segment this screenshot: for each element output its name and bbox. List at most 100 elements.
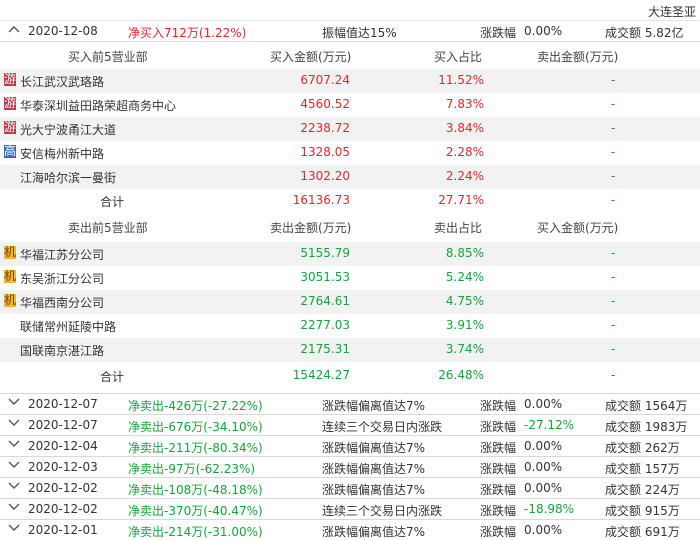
turnover: 成交额 157万 [605,462,680,476]
broker-name[interactable]: 光大宁波甬江大道 [20,121,116,138]
chevron-down-icon[interactable] [8,502,20,512]
buy-amount: - [611,246,616,260]
total-buy-amount: 16136.73 [292,193,350,207]
record-date: 2020-12-04 [28,439,98,453]
net-amount: 净卖出-676万(-34.10%) [128,420,263,434]
chevron-down-icon[interactable] [8,460,20,470]
buy-ratio: 11.52% [438,73,484,87]
table-row[interactable]: 机 华福西南分公司 2764.61 4.75% - [0,290,700,314]
turnover: 成交额 691万 [605,525,680,539]
broker-name[interactable]: 联储常州延陵中路 [20,318,116,335]
change-value: 0.00% [524,397,563,411]
sell-amount: 2764.61 [300,294,350,308]
turnover: 成交额 1564万 [605,399,688,413]
buy-ratio: 3.84% [445,121,484,135]
sell-amount: 5155.79 [300,246,350,260]
total-sell-amount: 15424.27 [292,368,350,382]
listing-reason: 涨跌幅偏离值达7% [322,399,426,413]
sell-ratio: 3.74% [445,342,484,356]
sell-amount: 2175.31 [300,342,350,356]
record-header-collapsed[interactable]: 2020-12-01 净卖出-214万(-31.00%) 涨跌幅偏离值达7% 涨跌幅 0… [0,519,700,540]
record-header-expanded[interactable]: 2020-12-08 净买入712万(1.22%) 振幅值达15% 涨跌幅 0.… [0,21,700,42]
listing-reason: 连续三个交易日内涨跌 [322,420,443,434]
buy-amount: - [611,318,616,332]
broker-name[interactable]: 华福西南分公司 [20,294,104,311]
table-row[interactable]: 游 华泰深圳益田路荣超商务中心 4560.52 7.83% - [0,93,700,117]
chevron-down-icon[interactable] [8,397,20,407]
broker-name[interactable]: 国联南京湛江路 [20,342,104,359]
col-header-buy-amount: 买入金额(万元) [537,221,619,235]
buy-amount: - [611,270,616,284]
chevron-down-icon[interactable] [8,481,20,491]
change-label: 涨跌幅 [480,26,517,40]
broker-name[interactable]: 长江武汉武珞路 [20,73,104,90]
listing-reason: 涨跌幅偏离值达7% [322,441,426,455]
sell-amount: - [611,169,616,183]
col-header-buy-ratio: 买入占比 [434,50,483,64]
table-row[interactable]: 国联南京湛江路 2175.31 3.74% - [0,338,700,362]
chevron-down-icon[interactable] [8,439,20,449]
record-date: 2020-12-08 [28,24,98,38]
col-header-sell-amount: 卖出金额(万元) [270,221,352,235]
change-label: 涨跌幅 [480,420,517,434]
record-header-collapsed[interactable]: 2020-12-07 净卖出-426万(-27.22%) 涨跌幅偏离值达7% 涨跌幅 0… [0,393,700,414]
buy-amount: 1328.05 [300,145,350,159]
table-row[interactable]: 机 东吴浙江分公司 3051.53 5.24% - [0,266,700,290]
change-value: 0.00% [524,24,563,38]
record-header-collapsed[interactable]: 2020-12-04 净卖出-211万(-80.34%) 涨跌幅偏离值达7% 涨跌幅 0… [0,435,700,456]
col-header-sell-amount: 卖出金额(万元) [537,50,619,64]
change-label: 涨跌幅 [480,399,517,413]
broker-name[interactable]: 江海哈尔滨一曼街 [20,169,116,186]
record-date: 2020-12-07 [28,418,98,432]
change-label: 涨跌幅 [480,441,517,455]
change-value: -27.12% [524,418,575,432]
turnover: 成交额 262万 [605,441,680,455]
sell-amount: - [611,97,616,111]
change-value: 0.00% [524,523,563,537]
sell-amount: - [611,73,616,87]
buy-total-row: 合计 16136.73 27.71% - [0,189,700,213]
total-buy-ratio: 27.71% [438,193,484,207]
net-amount: 净买入712万(1.22%) [128,26,247,40]
broker-name[interactable]: 华福江苏分公司 [20,246,104,263]
col-header-sell-ratio: 卖出占比 [434,221,483,235]
change-value: 0.00% [524,481,563,495]
buy-amount: - [611,294,616,308]
change-value: 0.00% [524,460,563,474]
col-header-broker: 卖出前5营业部 [68,221,148,235]
broker-name[interactable]: 东吴浙江分公司 [20,270,104,287]
listing-reason: 涨跌幅偏离值达7% [322,525,426,539]
record-header-collapsed[interactable]: 2020-12-02 净卖出-108万(-48.18%) 涨跌幅偏离值达7% 涨跌幅 0… [0,477,700,498]
youzi-badge-icon: 游 [4,120,17,134]
record-header-collapsed[interactable]: 2020-12-03 净卖出-97万(-62.23%) 涨跌幅偏离值达7% 涨跌幅 0.… [0,456,700,477]
sell-amount: - [611,145,616,159]
table-row[interactable]: 联储常州延陵中路 2277.03 3.91% - [0,314,700,338]
record-date: 2020-12-07 [28,397,98,411]
record-date: 2020-12-02 [28,481,98,495]
change-label: 涨跌幅 [480,525,517,539]
table-row[interactable]: 游 光大宁波甬江大道 2238.72 3.84% - [0,117,700,141]
institution-badge-icon: 机 [4,293,17,307]
table-row[interactable]: 高 安信梅州新中路 1328.05 2.28% - [0,141,700,165]
net-amount: 净卖出-97万(-62.23%) [128,462,256,476]
col-header-broker: 买入前5营业部 [68,50,148,64]
buy-amount: - [611,342,616,356]
table-row[interactable]: 游 长江武汉武珞路 6707.24 11.52% - [0,69,700,93]
chevron-down-icon[interactable] [8,418,20,428]
total-sell-amount: - [611,193,616,207]
chevron-up-icon[interactable] [8,24,20,34]
listing-reason: 涨跌幅偏离值达7% [322,462,426,476]
buy-ratio: 2.24% [445,169,484,183]
youzi-badge-icon: 游 [4,72,17,86]
record-header-collapsed[interactable]: 2020-12-02 净卖出-370万(-40.47%) 连续三个交易日内涨跌 涨跌幅… [0,498,700,519]
table-row[interactable]: 机 华福江苏分公司 5155.79 8.85% - [0,242,700,266]
sell-amount: - [611,121,616,135]
buy-amount: 2238.72 [300,121,350,135]
broker-name[interactable]: 安信梅州新中路 [20,145,104,162]
broker-name[interactable]: 华泰深圳益田路荣超商务中心 [20,97,176,114]
record-header-collapsed[interactable]: 2020-12-07 净卖出-676万(-34.10%) 连续三个交易日内涨跌 涨跌幅… [0,414,700,435]
table-row[interactable]: 江海哈尔滨一曼街 1302.20 2.24% - [0,165,700,189]
stock-name-bar: 大连圣亚 [0,0,700,21]
chevron-down-icon[interactable] [8,523,20,533]
net-amount: 净卖出-426万(-27.22%) [128,399,263,413]
